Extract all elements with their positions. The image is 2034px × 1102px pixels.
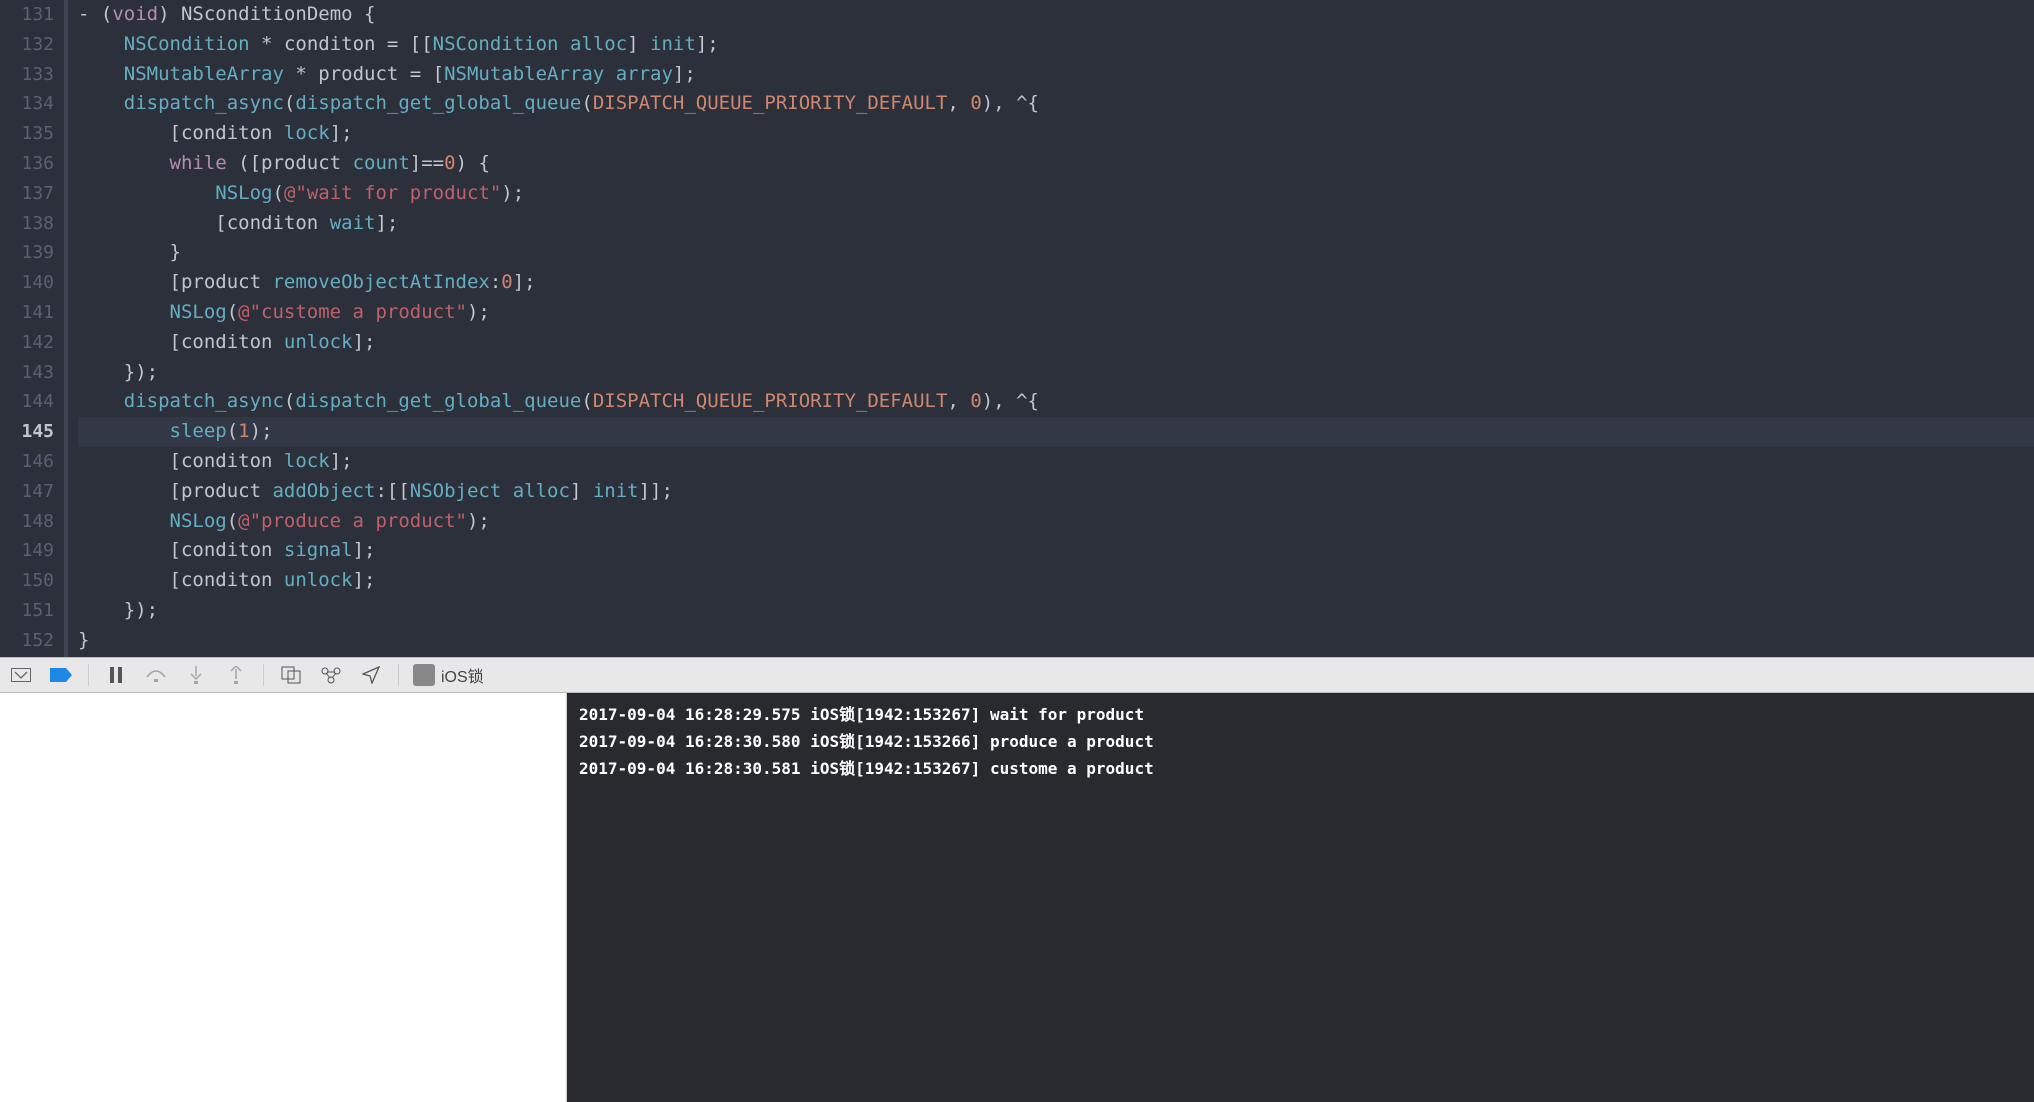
step-over-icon[interactable] xyxy=(143,664,169,686)
gutter-line-number[interactable]: 132 xyxy=(0,30,54,60)
hide-debug-area-icon[interactable] xyxy=(8,664,34,686)
code-line[interactable]: [conditon lock]; xyxy=(78,119,2034,149)
gutter-line-number[interactable]: 150 xyxy=(0,566,54,596)
gutter-line-number[interactable]: 152 xyxy=(0,626,54,656)
breakpoint-toggle-icon[interactable] xyxy=(48,664,74,686)
console-area: 2017-09-04 16:28:29.575 iOS锁[1942:153267… xyxy=(0,693,2034,1102)
target-name: iOS锁 xyxy=(441,663,484,687)
pause-icon[interactable] xyxy=(103,664,129,686)
separator xyxy=(263,664,264,686)
gutter-line-number[interactable]: 148 xyxy=(0,507,54,537)
gutter-line-number[interactable]: 142 xyxy=(0,328,54,358)
code-line[interactable]: [conditon unlock]; xyxy=(78,566,2034,596)
debug-target[interactable]: iOS锁 xyxy=(413,663,484,687)
gutter-line-number[interactable]: 147 xyxy=(0,477,54,507)
code-line[interactable]: NSMutableArray * product = [NSMutableArr… xyxy=(78,60,2034,90)
gutter-line-number[interactable]: 144 xyxy=(0,387,54,417)
code-line[interactable]: sleep(1); xyxy=(78,417,2034,447)
code-line[interactable]: [conditon signal]; xyxy=(78,536,2034,566)
code-view[interactable]: - (void) NSconditionDemo { NSCondition *… xyxy=(66,0,2034,657)
gutter-line-number[interactable]: 133 xyxy=(0,60,54,90)
code-line[interactable]: dispatch_async(dispatch_get_global_queue… xyxy=(78,387,2034,417)
code-line[interactable]: [conditon lock]; xyxy=(78,447,2034,477)
code-line[interactable]: }); xyxy=(78,596,2034,626)
separator xyxy=(398,664,399,686)
gutter-bar xyxy=(64,0,68,657)
gutter-line-number[interactable]: 136 xyxy=(0,149,54,179)
gutter-line-number[interactable]: 135 xyxy=(0,119,54,149)
code-line[interactable]: [product removeObjectAtIndex:0]; xyxy=(78,268,2034,298)
gutter-line-number[interactable]: 134 xyxy=(0,89,54,119)
code-line[interactable]: NSLog(@"wait for product"); xyxy=(78,179,2034,209)
code-line[interactable]: } xyxy=(78,238,2034,268)
separator xyxy=(88,664,89,686)
code-line[interactable]: NSLog(@"produce a product"); xyxy=(78,507,2034,537)
gutter-line-number[interactable]: 143 xyxy=(0,358,54,388)
gutter-line-number[interactable]: 141 xyxy=(0,298,54,328)
code-line[interactable]: [conditon unlock]; xyxy=(78,328,2034,358)
app-icon xyxy=(413,664,435,686)
debug-view-hierarchy-icon[interactable] xyxy=(278,664,304,686)
code-line[interactable]: dispatch_async(dispatch_get_global_queue… xyxy=(78,89,2034,119)
code-line[interactable]: NSLog(@"custome a product"); xyxy=(78,298,2034,328)
gutter-line-number[interactable]: 151 xyxy=(0,596,54,626)
step-into-icon[interactable] xyxy=(183,664,209,686)
code-line[interactable]: [product addObject:[[NSObject alloc] ini… xyxy=(78,477,2034,507)
gutter-line-number[interactable]: 139 xyxy=(0,238,54,268)
gutter-line-number[interactable]: 137 xyxy=(0,179,54,209)
gutter-line-number[interactable]: 140 xyxy=(0,268,54,298)
code-line[interactable]: - (void) NSconditionDemo { xyxy=(78,0,2034,30)
code-line[interactable]: }); xyxy=(78,358,2034,388)
simulate-location-icon[interactable] xyxy=(358,664,384,686)
gutter-line-number[interactable]: 138 xyxy=(0,209,54,239)
gutter-line-number[interactable]: 149 xyxy=(0,536,54,566)
editor-area: 1311321331341351361371381391401411421431… xyxy=(0,0,2034,657)
gutter-line-number[interactable]: 145 xyxy=(0,417,54,447)
code-line[interactable]: NSCondition * conditon = [[NSCondition a… xyxy=(78,30,2034,60)
code-line[interactable]: } xyxy=(78,626,2034,656)
step-out-icon[interactable] xyxy=(223,664,249,686)
debug-memory-icon[interactable] xyxy=(318,664,344,686)
gutter-line-number[interactable]: 146 xyxy=(0,447,54,477)
code-line[interactable]: while ([product count]==0) { xyxy=(78,149,2034,179)
gutter-line-number[interactable]: 131 xyxy=(0,0,54,30)
code-line[interactable]: [conditon wait]; xyxy=(78,209,2034,239)
gutter: 1311321331341351361371381391401411421431… xyxy=(0,0,66,657)
variables-view[interactable] xyxy=(0,693,567,1102)
console-output[interactable]: 2017-09-04 16:28:29.575 iOS锁[1942:153267… xyxy=(567,693,2034,1102)
debug-toolbar: iOS锁 xyxy=(0,657,2034,693)
